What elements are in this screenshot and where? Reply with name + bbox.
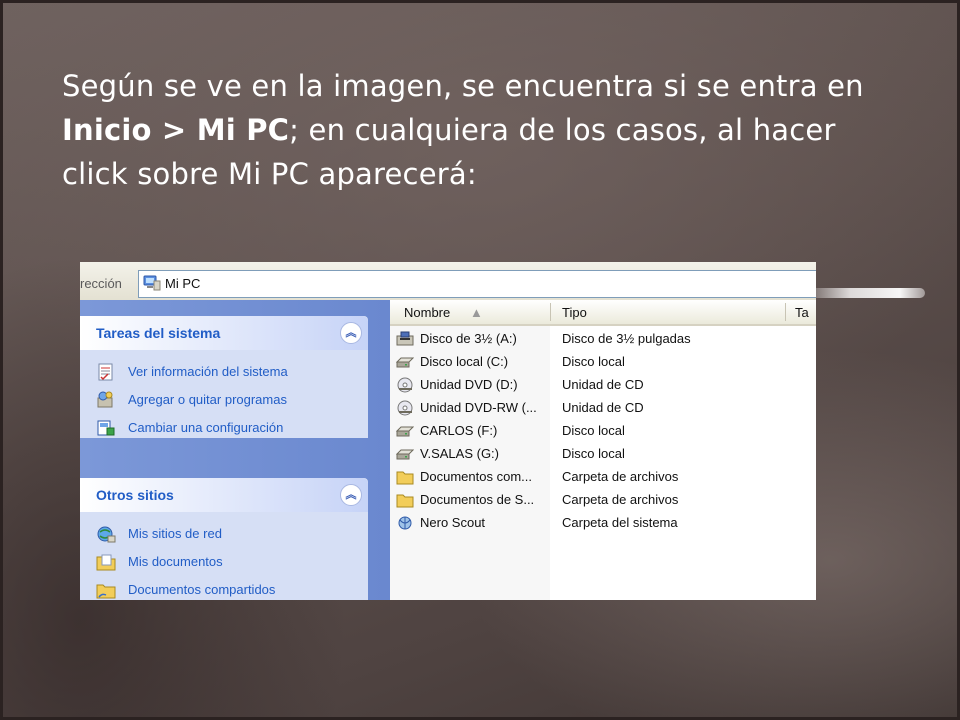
- light-streak: [800, 288, 925, 298]
- place-my-documents[interactable]: Mis documentos: [80, 548, 368, 576]
- list-item[interactable]: Unidad DVD-RW (... Unidad de CD: [390, 397, 816, 420]
- place-label: Mis sitios de red: [128, 526, 222, 541]
- list-item[interactable]: CARLOS (F:) Disco local: [390, 420, 816, 443]
- address-label: rección: [80, 276, 122, 291]
- place-label: Mis documentos: [128, 554, 223, 569]
- item-name: V.SALAS (G:): [420, 446, 499, 461]
- item-type: Disco de 3½ pulgadas: [562, 331, 691, 346]
- item-name: CARLOS (F:): [420, 423, 498, 438]
- list-item[interactable]: Unidad DVD (D:) Unidad de CD: [390, 374, 816, 397]
- list-item[interactable]: V.SALAS (G:) Disco local: [390, 443, 816, 466]
- hard-disk-icon: [396, 357, 414, 368]
- item-name: Disco de 3½ (A:): [420, 331, 517, 346]
- my-computer-icon: [143, 275, 161, 291]
- item-type: Carpeta del sistema: [562, 515, 678, 530]
- floppy-drive-icon: [396, 331, 414, 346]
- control-panel-icon: [97, 420, 115, 436]
- other-places-panel: Otros sitios ︽ Mis sitios de red Mis doc…: [80, 478, 368, 600]
- list-item[interactable]: Documentos com... Carpeta de archivos: [390, 466, 816, 489]
- system-tasks-panel: Tareas del sistema ︽ Ver información del…: [80, 316, 368, 438]
- item-name: Disco local (C:): [420, 354, 509, 369]
- column-header-name[interactable]: Nombre: [404, 305, 450, 320]
- place-label: Documentos compartidos: [128, 582, 276, 597]
- other-places-header[interactable]: Otros sitios ︽: [80, 478, 368, 512]
- item-name: Documentos de S...: [420, 492, 535, 507]
- place-shared-documents[interactable]: Documentos compartidos: [80, 576, 368, 600]
- add-remove-programs-icon: [97, 391, 113, 408]
- item-name: Documentos com...: [420, 469, 532, 484]
- nero-scout-icon: [398, 516, 412, 530]
- address-value: Mi PC: [165, 276, 201, 291]
- system-tasks-collapse-icon[interactable]: ︽: [340, 322, 362, 344]
- caption-bold-mipc: Mi PC: [196, 113, 290, 147]
- place-network[interactable]: Mis sitios de red: [80, 520, 368, 548]
- item-type: Unidad de CD: [562, 377, 644, 392]
- caption-bold-inicio: Inicio: [62, 113, 152, 147]
- task-add-remove-programs[interactable]: Agregar o quitar programas: [80, 386, 368, 414]
- column-separator[interactable]: [785, 303, 786, 321]
- item-type: Carpeta de archivos: [562, 492, 679, 507]
- slide-caption: Según se ve en la imagen, se encuentra s…: [62, 64, 882, 196]
- network-places-icon: [97, 526, 116, 543]
- column-header-bar: Nombre ▲ Tipo Ta: [390, 300, 816, 326]
- column-header-type[interactable]: Tipo: [562, 305, 587, 320]
- item-type: Disco local: [562, 446, 625, 461]
- other-places-collapse-icon[interactable]: ︽: [340, 484, 362, 506]
- caption-separator: >: [151, 113, 197, 147]
- sort-ascending-icon: ▲: [470, 305, 483, 320]
- item-type: Disco local: [562, 423, 625, 438]
- list-item[interactable]: Nero Scout Carpeta del sistema: [390, 512, 816, 535]
- hard-disk-icon: [396, 449, 414, 460]
- dvd-drive-icon: [397, 377, 413, 393]
- system-info-icon: [98, 363, 113, 381]
- folder-icon: [396, 494, 414, 508]
- folder-icon: [396, 471, 414, 485]
- address-input[interactable]: Mi PC: [138, 270, 816, 298]
- item-name: Nero Scout: [420, 515, 486, 530]
- column-separator[interactable]: [550, 303, 551, 321]
- system-tasks-title: Tareas del sistema: [96, 325, 221, 341]
- shared-folder-icon: [96, 584, 116, 599]
- file-list: Nombre ▲ Tipo Ta Disco de 3½ (A:) Disco …: [390, 300, 816, 600]
- item-type: Disco local: [562, 354, 625, 369]
- list-item[interactable]: Disco local (C:) Disco local: [390, 351, 816, 374]
- other-places-title: Otros sitios: [96, 487, 174, 503]
- task-view-system-info[interactable]: Ver información del sistema: [80, 358, 368, 386]
- task-label: Ver información del sistema: [128, 364, 288, 379]
- address-bar: rección Mi PC: [80, 262, 816, 301]
- dvd-drive-icon: [397, 400, 413, 416]
- system-tasks-header[interactable]: Tareas del sistema ︽: [80, 316, 368, 350]
- caption-text-1: Según se ve en la imagen, se encuentra s…: [62, 69, 864, 103]
- list-item[interactable]: Disco de 3½ (A:) Disco de 3½ pulgadas: [390, 328, 816, 351]
- task-label: Cambiar una configuración: [128, 420, 284, 435]
- column-header-size[interactable]: Ta: [795, 305, 809, 320]
- task-label: Agregar o quitar programas: [128, 392, 287, 407]
- item-type: Carpeta de archivos: [562, 469, 679, 484]
- task-change-setting[interactable]: Cambiar una configuración: [80, 414, 368, 442]
- list-item[interactable]: Documentos de S... Carpeta de archivos: [390, 489, 816, 512]
- task-pane: Tareas del sistema ︽ Ver información del…: [80, 300, 390, 600]
- my-documents-icon: [96, 554, 116, 571]
- hard-disk-icon: [396, 426, 414, 437]
- item-name: Unidad DVD (D:): [420, 377, 518, 392]
- item-type: Unidad de CD: [562, 400, 644, 415]
- explorer-screenshot: rección Mi PC Tareas del sistema ︽ Ver i…: [80, 262, 816, 600]
- item-name: Unidad DVD-RW (...: [420, 400, 537, 415]
